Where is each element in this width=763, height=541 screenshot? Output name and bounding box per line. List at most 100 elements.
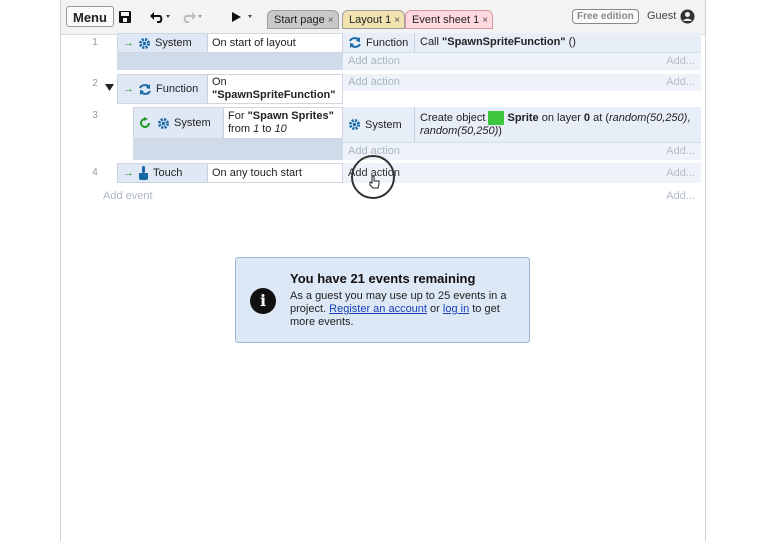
add-action-4[interactable]: Add action Add... <box>343 163 701 183</box>
user-account-icon[interactable] <box>680 9 695 24</box>
action-text-italic: random(50,250) <box>420 125 499 137</box>
add-event-row[interactable]: Add event Add... <box>103 188 701 205</box>
notice-title: You have 21 events remaining <box>290 271 476 286</box>
condition-text-part: For <box>228 110 248 122</box>
event-1-condition-spacer <box>117 53 343 70</box>
action-text-part: on layer <box>538 111 584 124</box>
action-text-bold: "SpawnSpriteFunction" <box>442 36 566 48</box>
tab-label: Event sheet 1 <box>412 14 480 26</box>
touch-hand-icon <box>139 166 148 180</box>
condition-text-bold: "SpawnSpriteFunction" <box>212 89 336 101</box>
close-icon[interactable]: × <box>482 15 488 26</box>
condition-text[interactable]: For "Spawn Sprites" from 1 to 10 <box>224 108 344 138</box>
action-object[interactable]: Function <box>343 33 415 52</box>
condition-object[interactable]: → Function <box>118 75 208 103</box>
action-text-part: , <box>687 111 691 124</box>
action-text-italic: random(50,250) <box>609 111 688 124</box>
event-number: 4 <box>92 167 98 178</box>
free-edition-badge[interactable]: Free edition <box>572 9 639 24</box>
action-object-label: Function <box>366 36 409 49</box>
tab-label: Start page <box>274 14 325 26</box>
action-text-part: Create object <box>420 111 489 124</box>
action-text-part: Call <box>420 36 439 48</box>
add-action-label: Add action <box>348 55 400 67</box>
events-remaining-notice: i You have 21 events remaining As a gues… <box>235 257 530 343</box>
log-in-link[interactable]: log in <box>443 303 469 315</box>
event-number: 1 <box>92 37 98 48</box>
green-arrow-icon: → <box>123 83 134 95</box>
action-object[interactable]: System <box>343 107 415 142</box>
action-text[interactable]: Call "SpawnSpriteFunction" () <box>415 33 701 52</box>
action-text-part: () <box>568 36 576 48</box>
condition-object-label: System <box>174 117 211 129</box>
tab-start-page[interactable]: Start page × <box>267 10 339 29</box>
system-gear-icon <box>139 37 150 49</box>
action-object-label: System <box>365 118 402 131</box>
tab-event-sheet-1[interactable]: Event sheet 1 × <box>405 10 494 29</box>
condition-object-label: Function <box>156 83 199 95</box>
event-3-condition[interactable]: System For "Spawn Sprites" from 1 to 10 <box>133 107 343 139</box>
condition-object[interactable]: System <box>134 108 224 138</box>
condition-text[interactable]: On "SpawnSpriteFunction" <box>208 75 344 103</box>
event-3-action[interactable]: System Create object Sprite on layer 0 a… <box>343 107 701 143</box>
menu-button[interactable]: Menu <box>66 6 114 27</box>
event-4-condition[interactable]: → Touch On any touch start <box>117 163 343 183</box>
add-more-link[interactable]: Add... <box>666 188 695 205</box>
add-action-3[interactable]: Add action Add... <box>343 143 701 160</box>
add-more-link[interactable]: Add... <box>666 163 695 183</box>
save-icon[interactable] <box>118 8 132 26</box>
condition-object[interactable]: → System <box>118 34 208 52</box>
toolbar: Menu Start page × Layout 1 × Event sheet… <box>61 0 705 35</box>
sprite-thumbnail <box>488 111 505 125</box>
condition-text-line: On <box>212 76 227 88</box>
event-number: 3 <box>92 110 98 121</box>
close-icon[interactable]: × <box>394 15 400 26</box>
tab-layout-1[interactable]: Layout 1 × <box>342 10 406 29</box>
event-1-condition[interactable]: → System On start of layout <box>117 33 343 53</box>
event-number: 2 <box>92 78 98 89</box>
condition-text-part: from <box>228 123 254 135</box>
action-text-part: ) <box>498 125 502 137</box>
event-1-action[interactable]: Function Call "SpawnSpriteFunction" () <box>343 33 701 53</box>
play-preview-icon[interactable] <box>229 8 255 26</box>
loop-icon <box>140 117 150 128</box>
register-account-link[interactable]: Register an account <box>329 303 427 315</box>
condition-text-part: to <box>259 123 275 135</box>
condition-object-label: System <box>155 37 192 49</box>
green-arrow-icon: → <box>123 167 134 179</box>
notice-body: As a guest you may use up to 25 events i… <box>290 290 515 329</box>
hand-cursor-icon <box>369 175 380 189</box>
add-event-label: Add event <box>103 190 153 202</box>
event-2-condition[interactable]: → Function On "SpawnSpriteFunction" <box>117 74 343 104</box>
condition-text[interactable]: On any touch start <box>208 164 344 182</box>
green-arrow-icon: → <box>123 37 134 49</box>
tab-label: Layout 1 <box>349 14 392 26</box>
add-action-1[interactable]: Add action Add... <box>343 53 701 70</box>
condition-text[interactable]: On start of layout <box>208 34 344 52</box>
condition-object[interactable]: → Touch <box>118 164 208 182</box>
function-icon <box>349 37 361 48</box>
system-gear-icon <box>349 119 360 130</box>
function-icon <box>139 83 151 95</box>
info-icon: i <box>250 288 276 314</box>
action-text-part: at ( <box>590 111 609 124</box>
construct-editor: Menu Start page × Layout 1 × Event sheet… <box>60 0 706 541</box>
condition-text-italic: 10 <box>274 123 287 135</box>
add-more-link[interactable]: Add... <box>666 74 695 91</box>
action-text[interactable]: Create object Sprite on layer 0 at (rand… <box>415 107 701 142</box>
action-text-bold: Sprite <box>507 111 539 124</box>
system-gear-icon <box>158 117 169 129</box>
redo-icon[interactable] <box>179 8 203 26</box>
close-icon[interactable]: × <box>328 15 334 26</box>
condition-text-bold: "Spawn Sprites" <box>247 110 334 122</box>
add-action-2[interactable]: Add action Add... <box>343 74 701 91</box>
add-action-label: Add action <box>348 76 400 88</box>
undo-icon[interactable] <box>149 8 171 26</box>
notice-text: or <box>426 303 443 315</box>
guest-label: Guest <box>647 10 677 22</box>
add-more-link[interactable]: Add... <box>666 143 695 160</box>
collapse-triangle-icon[interactable] <box>105 84 114 92</box>
condition-object-label: Touch <box>153 167 183 179</box>
event-3-condition-spacer <box>133 139 343 160</box>
add-more-link[interactable]: Add... <box>666 53 695 70</box>
